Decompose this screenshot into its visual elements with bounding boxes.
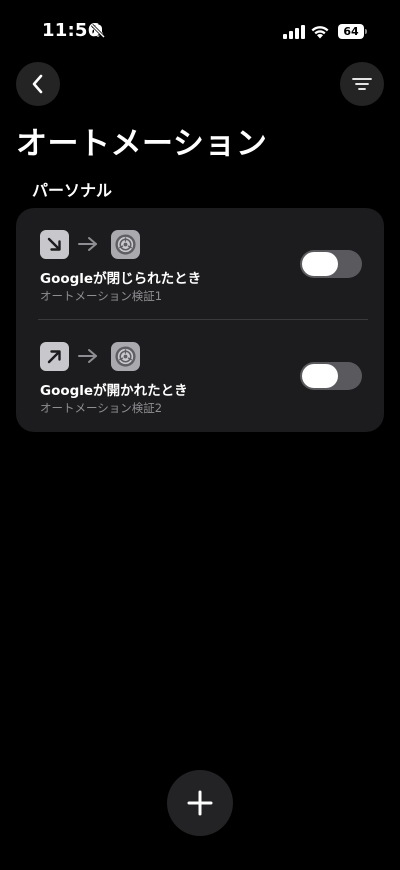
automation-subtitle: オートメーション検証1: [40, 289, 163, 303]
signal-icon: [283, 25, 305, 39]
arrow-up-right-icon: [40, 342, 69, 371]
automation-list: Googleが閉じられたとき オートメーション検証1 Googleが開かれたとき…: [16, 208, 384, 432]
automation-subtitle: オートメーション検証2: [40, 401, 163, 415]
automation-title: Googleが閉じられたとき: [40, 271, 202, 287]
page-title: オートメーション: [16, 126, 268, 162]
wifi-icon: [311, 26, 329, 39]
status-bar: 11:56 64: [0, 0, 400, 60]
automation-toggle[interactable]: [300, 250, 362, 278]
arrow-right-icon: [78, 237, 97, 251]
automation-item[interactable]: Googleが閉じられたとき オートメーション検証1: [16, 208, 384, 320]
filter-icon: [352, 78, 372, 90]
section-title: パーソナル: [32, 181, 113, 200]
battery-nub: [365, 29, 367, 34]
back-button[interactable]: [16, 62, 60, 106]
toggle-knob: [302, 364, 338, 388]
battery-icon: 64: [338, 24, 364, 39]
automation-title: Googleが開かれたとき: [40, 383, 188, 399]
settings-gear-icon: [111, 230, 140, 259]
toggle-knob: [302, 252, 338, 276]
arrow-right-icon: [78, 349, 97, 363]
automation-item[interactable]: Googleが開かれたとき オートメーション検証2: [16, 320, 384, 432]
chevron-left-icon: [32, 74, 43, 94]
bell-slash-icon: [90, 23, 106, 39]
settings-gear-icon: [111, 342, 140, 371]
automation-toggle[interactable]: [300, 362, 362, 390]
add-automation-button[interactable]: [167, 770, 233, 836]
battery-level: 64: [343, 25, 359, 38]
arrow-down-right-icon: [40, 230, 69, 259]
filter-button[interactable]: [340, 62, 384, 106]
plus-icon: [187, 790, 213, 816]
